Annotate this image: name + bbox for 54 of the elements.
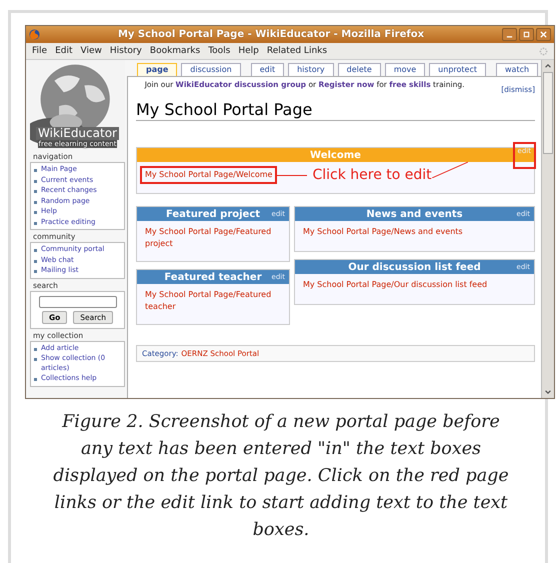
menu-item[interactable]: View <box>80 46 102 56</box>
bullet-icon <box>34 348 37 350</box>
menu-item[interactable]: Edit <box>55 46 72 56</box>
bullet-icon <box>34 180 37 182</box>
menu-item[interactable]: History <box>110 46 142 56</box>
browser-icon <box>29 29 40 40</box>
leader-line <box>432 162 468 178</box>
bullet-icon <box>34 190 37 193</box>
bullet-icon <box>34 222 37 224</box>
page-tab[interactable]: page <box>137 63 178 76</box>
bullet-icon <box>34 211 37 214</box>
page-tab[interactable]: edit <box>250 63 284 76</box>
bullet-icon <box>34 260 37 262</box>
menu-item[interactable]: Tools <box>208 46 230 56</box>
page-link[interactable]: My School Portal Page/Featured teacher <box>145 289 281 313</box>
page-link[interactable]: My School Portal Page/News and events <box>303 226 526 238</box>
box-title: Featured teacher <box>164 272 262 282</box>
page-tab[interactable]: discussion <box>181 63 241 76</box>
callout-text: Click here to edit <box>312 169 432 181</box>
bullet-icon <box>34 169 37 172</box>
box-title: Welcome <box>310 150 361 160</box>
page-tab[interactable]: history <box>288 63 334 76</box>
page-tab[interactable]: delete <box>338 63 381 76</box>
scroll-thumb[interactable] <box>543 72 553 154</box>
bullet-icon <box>34 270 37 273</box>
bullet-icon <box>34 249 37 252</box>
close-button[interactable] <box>536 28 551 41</box>
page-link[interactable]: My School Portal Page/Our discussion list feed <box>303 279 526 291</box>
bullet-icon <box>34 200 37 204</box>
page-link[interactable]: My School Portal Page/Welcome <box>140 166 278 184</box>
box-title: Featured project <box>166 208 260 220</box>
maximize-button[interactable] <box>519 28 534 41</box>
page-tab[interactable]: watch <box>496 63 538 76</box>
page-title: My School Portal Page <box>136 100 535 121</box>
search-field[interactable] <box>38 296 116 308</box>
menu-item[interactable]: File <box>32 46 48 56</box>
page-tab[interactable]: unprotect <box>429 63 486 76</box>
menu-item[interactable]: Help <box>238 46 259 56</box>
window-title: My School Portal Page - WikiEducator - Mozilla Firefox <box>116 29 426 40</box>
menu-item[interactable]: Related Links <box>266 46 328 56</box>
close-icon <box>540 31 547 38</box>
scrollbar[interactable] <box>541 60 554 398</box>
page-link[interactable]: My School Portal Page/Featured project <box>145 226 281 250</box>
box-title: News and events <box>366 208 463 220</box>
loading-icon <box>539 46 548 56</box>
bullet-icon <box>34 358 37 361</box>
bullet-icon <box>34 378 37 381</box>
logo-text: WikiEducator <box>36 127 119 140</box>
page-tab[interactable]: move <box>384 63 426 76</box>
box-title: Our discussion list feed <box>348 262 481 272</box>
maximize-icon <box>523 31 530 38</box>
menu-item[interactable]: Bookmarks <box>150 46 200 56</box>
minimize-button[interactable] <box>502 28 517 41</box>
figure-caption: Figure 2. Screenshot of a new portal page before any text has been entered "in" the text boxes displayed on the portal page. Click on the red page links or the edit link to start adding text to the text boxes. <box>52 411 510 542</box>
